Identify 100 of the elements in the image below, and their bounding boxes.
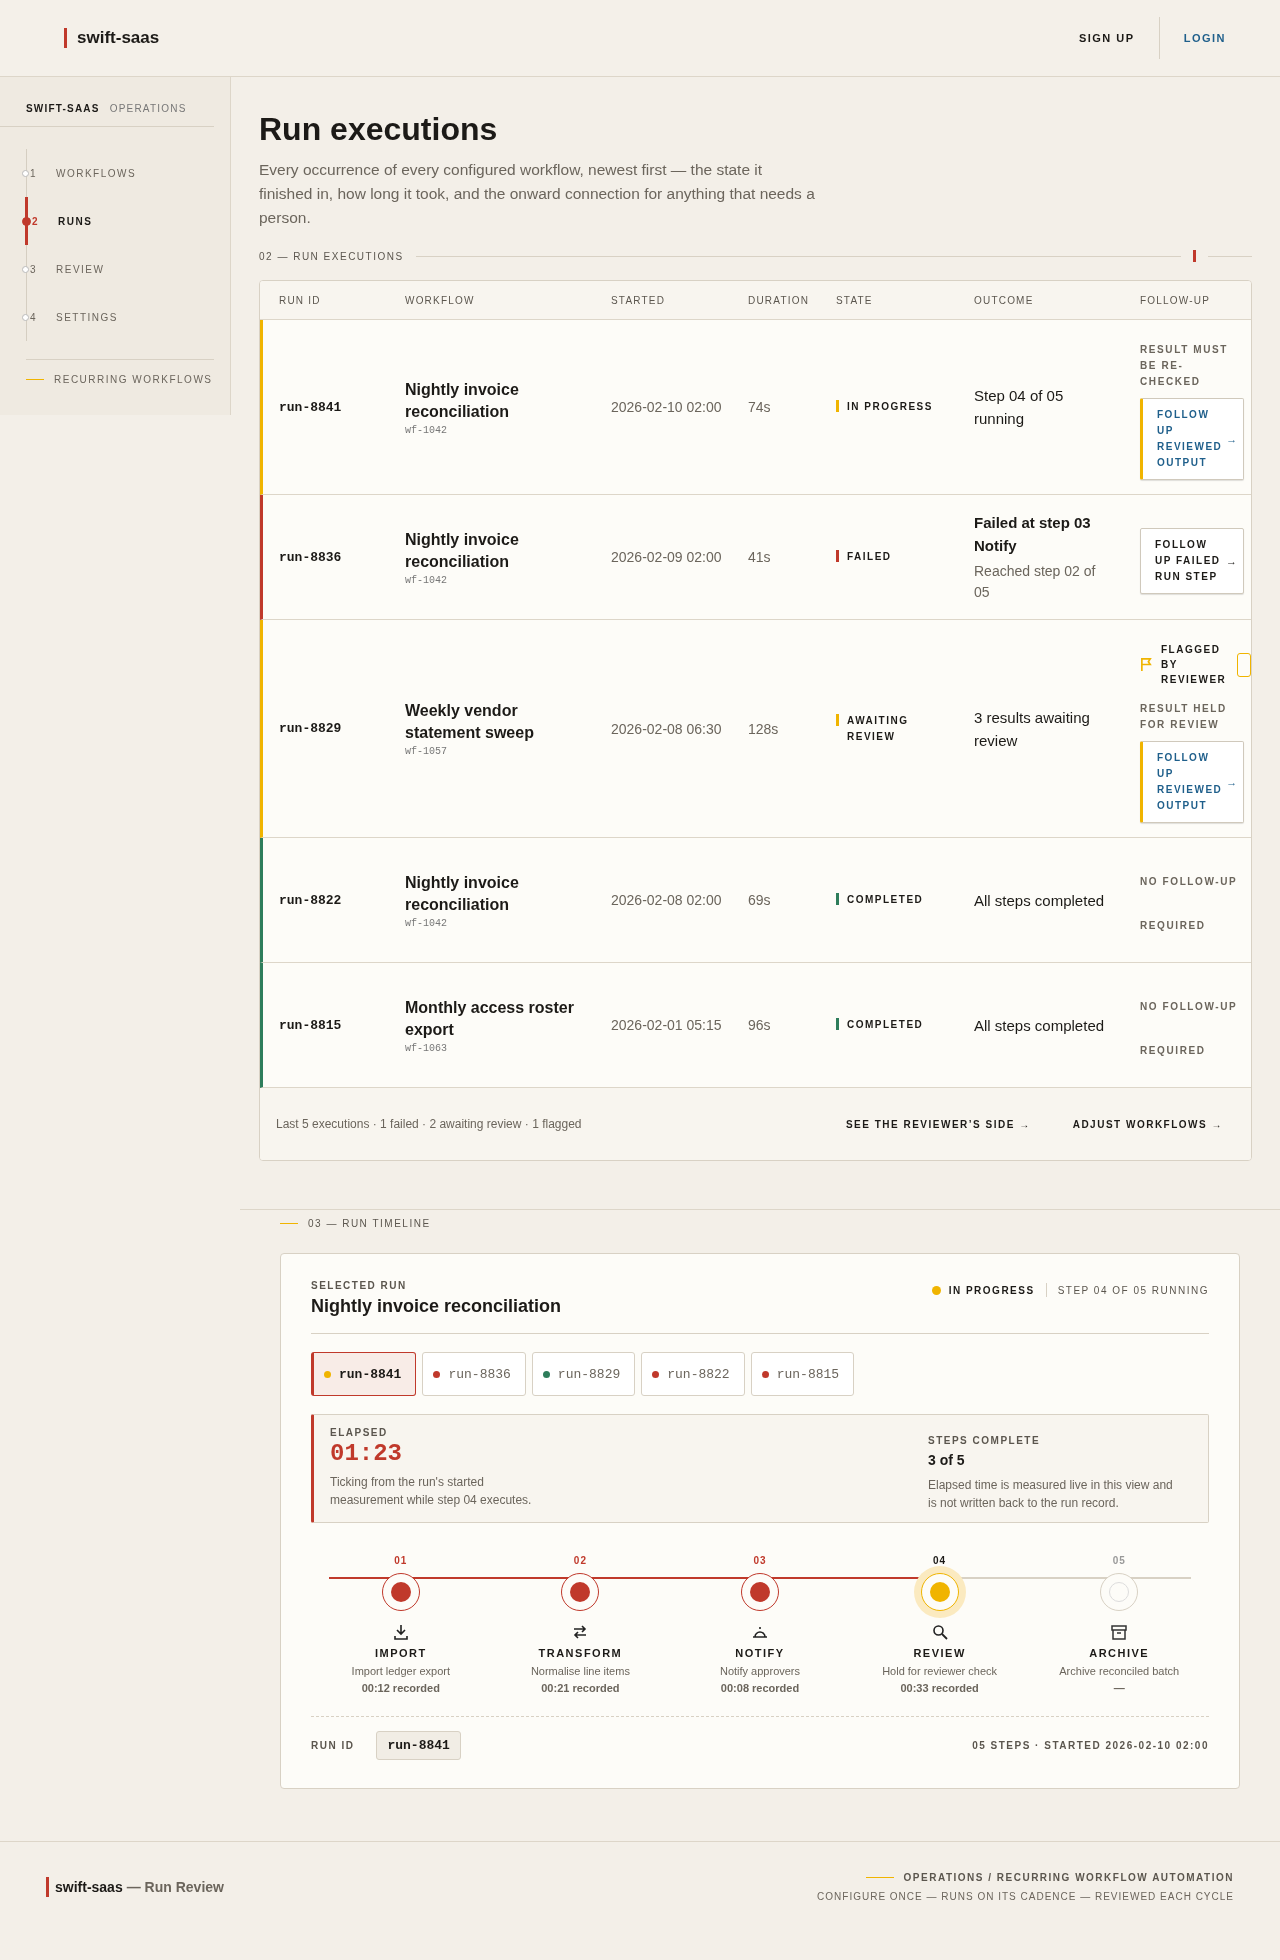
search-icon bbox=[930, 1623, 949, 1641]
state-label: AWAITING REVIEW bbox=[847, 713, 910, 744]
workflow-id: wf-1063 bbox=[405, 1042, 448, 1054]
step-duration: — bbox=[1113, 1682, 1125, 1694]
run-id-tag: run-8841 bbox=[376, 1731, 461, 1760]
run-title: Nightly invoice reconciliation bbox=[311, 1296, 562, 1317]
sidebar-item[interactable]: 4 SETTINGS bbox=[25, 293, 230, 341]
step-duration: 00:33 recorded bbox=[900, 1682, 979, 1694]
table-cell-text: run-8829 bbox=[278, 720, 343, 738]
sidebar-item[interactable]: 2 RUNS bbox=[25, 197, 230, 245]
footer-link[interactable]: ADJUST WORKFLOWS → bbox=[1072, 1118, 1223, 1130]
workflow-name: Nightly invoice reconciliation bbox=[405, 872, 520, 915]
step-description: Notify approvers bbox=[719, 1665, 801, 1677]
step-name: NOTIFY bbox=[735, 1647, 785, 1659]
run-chip[interactable]: run-8822 bbox=[641, 1352, 745, 1396]
elapsed-time: 01:23 bbox=[330, 1440, 403, 1467]
table-cell-text: run-8841 bbox=[278, 398, 343, 417]
elapsed-label: ELAPSED bbox=[330, 1427, 389, 1438]
footer-subtitle: — Run Review bbox=[126, 1879, 224, 1895]
table-cell-text: run-8815 bbox=[278, 1016, 343, 1035]
table-cell-text: run-8836 bbox=[278, 548, 343, 567]
column-header: STATE bbox=[835, 294, 874, 306]
page-title: Run executions bbox=[259, 111, 499, 148]
table-cell-text: 2026-02-10 02:00 bbox=[610, 398, 723, 417]
page-description: Every occurrence of every configured workflow, newest first — the state it finished in, how long it took, and the onward connection for anything that needs a person. bbox=[259, 160, 816, 228]
tag-outline bbox=[1237, 652, 1251, 677]
table-cell-text: 2026-02-01 05:15 bbox=[610, 1016, 723, 1035]
step-number: 01 bbox=[394, 1555, 408, 1568]
step-description: Hold for reviewer check bbox=[882, 1665, 998, 1677]
download-icon bbox=[391, 1623, 410, 1641]
nav-link[interactable]: LOGIN bbox=[1183, 32, 1226, 44]
sidebar-item[interactable]: 3 REVIEW bbox=[25, 245, 230, 293]
run-chip[interactable]: run-8841 bbox=[311, 1352, 417, 1396]
step-name: REVIEW bbox=[913, 1647, 966, 1659]
follow-up-note: NO FOLLOW-UP REQUIRED bbox=[1140, 875, 1239, 933]
workflow-id: wf-1042 bbox=[405, 424, 448, 436]
brand-name: swift-saas bbox=[77, 28, 160, 48]
eyebrow-label: SELECTED RUN bbox=[311, 1280, 408, 1291]
table-summary: Last 5 executions · 1 failed · 2 awaiting review · 1 flagged bbox=[276, 1117, 582, 1131]
follow-up-note: NO FOLLOW-UP REQUIRED bbox=[1140, 1000, 1239, 1058]
outcome-text: All steps completed bbox=[974, 890, 1106, 911]
run-meta: 05 STEPS · STARTED 2026-02-10 02:00 bbox=[972, 1740, 1209, 1751]
workflow-name: Nightly invoice reconciliation bbox=[405, 529, 520, 572]
table-cell-text: 41s bbox=[747, 548, 772, 567]
state-label: COMPLETED bbox=[847, 1018, 924, 1032]
section-label: 02 — RUN EXECUTIONS bbox=[259, 250, 404, 262]
step-name: TRANSFORM bbox=[538, 1647, 623, 1659]
table-cell-text: 2026-02-08 06:30 bbox=[610, 719, 723, 739]
archive-box-icon bbox=[1110, 1623, 1129, 1641]
sidebar-brand: SWIFT-SAAS bbox=[26, 103, 100, 114]
table-cell-text: 2026-02-09 02:00 bbox=[610, 548, 723, 567]
flag-label: FLAGGED BY REVIEWER bbox=[1161, 643, 1225, 687]
sidebar-item[interactable]: 1 WORKFLOWS bbox=[25, 149, 230, 197]
step-number: 05 bbox=[1112, 1555, 1126, 1568]
table-cell-text: 96s bbox=[747, 1016, 772, 1035]
run-chip[interactable]: run-8829 bbox=[531, 1352, 636, 1396]
column-header: OUTCOME bbox=[973, 294, 1035, 306]
workflow-id: wf-1042 bbox=[405, 574, 448, 586]
status-detail: STEP 04 OF 05 RUNNING bbox=[1057, 1284, 1209, 1296]
state-label: FAILED bbox=[847, 550, 892, 564]
workflow-name: Nightly invoice reconciliation bbox=[405, 379, 520, 422]
follow-up-note: RESULT HELD FOR REVIEW bbox=[1140, 702, 1228, 732]
workflow-name: Weekly vendor statement sweep bbox=[405, 701, 535, 743]
column-header: FOLLOW-UP bbox=[1139, 294, 1212, 306]
steps-label: STEPS COMPLETE bbox=[928, 1435, 1042, 1446]
workflow-id: wf-1042 bbox=[405, 917, 448, 929]
outcome-title: Failed at step 03 Notify bbox=[974, 513, 1092, 556]
step-description: Import ledger export bbox=[351, 1665, 450, 1677]
workflow-name: Monthly access roster export bbox=[405, 997, 575, 1040]
step-name: IMPORT bbox=[374, 1647, 427, 1659]
flag-icon bbox=[1140, 657, 1153, 672]
step-description: Archive reconciled batch bbox=[1059, 1665, 1180, 1677]
run-chip[interactable]: run-8836 bbox=[422, 1352, 526, 1396]
run-chip[interactable]: run-8815 bbox=[750, 1352, 855, 1396]
elapsed-note: Ticking from the run's started measurement while step 04 executes. bbox=[330, 1474, 533, 1509]
steps-value: 3 of 5 bbox=[928, 1452, 966, 1468]
outcome-text: All steps completed bbox=[974, 1015, 1106, 1036]
brand-mark bbox=[46, 1877, 49, 1897]
section-label: 03 — RUN TIMELINE bbox=[308, 1218, 431, 1229]
outcome-text: 3 results awaiting review bbox=[974, 707, 1091, 751]
table-cell-text: 74s bbox=[747, 398, 772, 417]
follow-up-button[interactable]: FOLLOW UP FAILED RUN STEP → bbox=[1140, 528, 1244, 594]
footer-brand: swift-saas bbox=[55, 1879, 123, 1895]
step-name: ARCHIVE bbox=[1089, 1647, 1150, 1659]
footer-link[interactable]: SEE THE REVIEWER’S SIDE → bbox=[845, 1118, 1031, 1130]
table-cell-text: 2026-02-08 02:00 bbox=[610, 891, 723, 910]
step-number: 04 bbox=[933, 1555, 947, 1568]
run-id-label: RUN ID bbox=[311, 1740, 355, 1751]
state-label: COMPLETED bbox=[847, 893, 924, 907]
table-cell-text: 128s bbox=[747, 719, 780, 739]
column-header: RUN ID bbox=[278, 294, 322, 306]
sidebar-section: OPERATIONS bbox=[109, 103, 187, 114]
follow-up-note: RESULT MUST BE RE-CHECKED bbox=[1140, 343, 1229, 389]
nav-link[interactable]: SIGN UP bbox=[1078, 32, 1135, 44]
column-header: WORKFLOW bbox=[404, 294, 476, 306]
sidebar-link[interactable]: RECURRING WORKFLOWS bbox=[26, 359, 214, 385]
step-duration: 00:12 recorded bbox=[361, 1682, 440, 1694]
table-cell-text: 69s bbox=[747, 891, 772, 910]
step-description: Normalise line items bbox=[530, 1665, 630, 1677]
step-duration: 00:08 recorded bbox=[720, 1682, 800, 1694]
